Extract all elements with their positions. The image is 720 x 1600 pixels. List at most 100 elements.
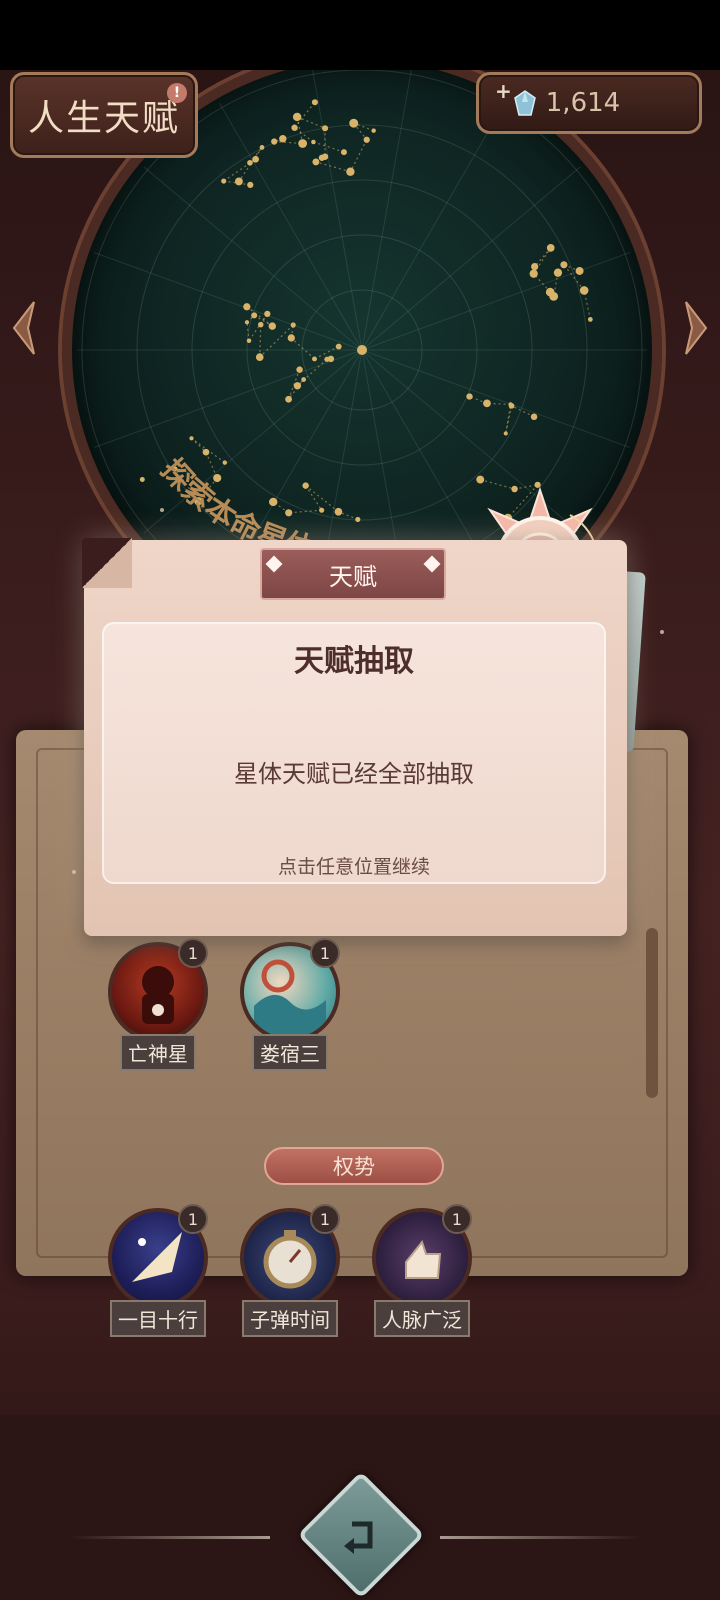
talent-item[interactable]: 1 娄宿三 [238,938,342,1071]
star-dot [335,343,342,350]
star-dot [579,286,589,295]
talent-count-badge: 1 [310,938,340,968]
talent-item[interactable]: 1 人脉广泛 [370,1204,474,1337]
star-dot [324,356,330,362]
sparkle [72,870,76,874]
star-dot [291,124,298,131]
talent-name-label: 子弹时间 [242,1300,338,1337]
talent-name-label: 一目十行 [110,1300,206,1337]
diamond-icon [265,555,283,573]
grid-spoke [361,166,581,351]
talent-item[interactable]: 1 亡神星 [106,938,210,1071]
status-bar [0,0,720,70]
star-dot [246,338,252,343]
constellation-line [259,324,294,358]
center-star [357,345,367,355]
modal-tab-label: 天赋 [329,562,377,591]
sparkle [160,508,164,512]
constellation-line [313,141,345,153]
constellation-line [505,405,513,434]
star-dot [503,431,508,436]
star-dot [312,158,320,166]
constellation-line [583,290,591,320]
star-dot [545,287,555,297]
star-dot [371,128,376,133]
star-dot [312,356,317,362]
star-dot [546,244,555,252]
constellation-line [505,404,512,434]
constellation-line [315,161,351,173]
star-dot [251,312,258,319]
modal-tab: 天赋 [260,548,446,600]
divider-right [440,1536,640,1539]
star-dot [587,316,593,322]
star-dot [529,269,538,278]
star-dot [257,321,264,328]
star-dot [321,153,329,160]
star-dot [268,322,277,330]
back-arrow-icon[interactable] [336,1510,386,1560]
star-dot [301,377,307,382]
star-dot [292,112,302,122]
grid-spoke [94,252,363,351]
talent-count-badge: 1 [178,1204,208,1234]
star-dot [531,262,539,271]
star-dot [290,322,296,328]
star-dot [466,393,473,400]
constellation-line [259,324,262,358]
star-dot [363,136,370,143]
crystal-gem-icon [513,90,536,116]
continue-hint[interactable]: 点击任意位置继续 [102,852,606,879]
grid-spoke [361,252,630,351]
star-dot [247,159,253,166]
page-title-plate[interactable]: 人生天赋 ! [10,72,198,158]
star-dot [508,402,513,407]
star-dot [287,334,295,342]
star-dot [293,382,302,390]
modal-message: 星体天赋已经全部抽取 [234,760,474,788]
constellation-line [349,139,368,173]
talent-count-badge: 1 [442,1204,472,1234]
star-dot [279,135,287,143]
category-header-power: 权势 [264,1147,444,1185]
star-dot [349,118,359,128]
modal-title: 天赋抽取 [294,644,414,679]
add-currency-icon[interactable]: + [495,79,512,103]
star-dot [560,261,568,269]
alert-icon: ! [167,83,187,103]
star-dot [271,138,278,145]
talent-name-label: 人脉广泛 [374,1300,470,1337]
talent-count-badge: 1 [310,1204,340,1234]
star-dot [259,145,265,150]
currency-amount: 1,614 [545,88,621,118]
star-dot [530,413,538,421]
talent-item[interactable]: 1 一目十行 [106,1204,210,1337]
star-dot [264,310,271,317]
star-dot [244,320,250,325]
star-dot [298,139,308,148]
star-dot [285,395,292,403]
talent-name-label: 亡神星 [120,1034,196,1071]
talent-count-badge: 1 [178,938,208,968]
star-dot [296,366,303,373]
star-dot [311,139,316,145]
star-dot [483,399,491,408]
star-dot [139,477,145,482]
star-dot [243,303,251,311]
left-arrow-icon[interactable] [10,298,38,358]
scrollbar[interactable] [646,928,658,1098]
star-dot [221,178,227,184]
star-dot [255,353,264,362]
star-dot [340,149,347,156]
diamond-icon [423,555,441,573]
right-arrow-icon[interactable] [682,298,710,358]
constellation-line [533,247,552,275]
talent-item[interactable]: 1 子弹时间 [238,1204,342,1337]
divider-left [70,1536,270,1539]
grid-spoke [143,166,363,351]
star-dot [247,181,254,189]
grid-spoke [361,349,630,448]
currency-display[interactable]: + 1,614 [476,72,702,134]
star-dot [322,125,329,132]
grid-spoke [94,349,363,448]
